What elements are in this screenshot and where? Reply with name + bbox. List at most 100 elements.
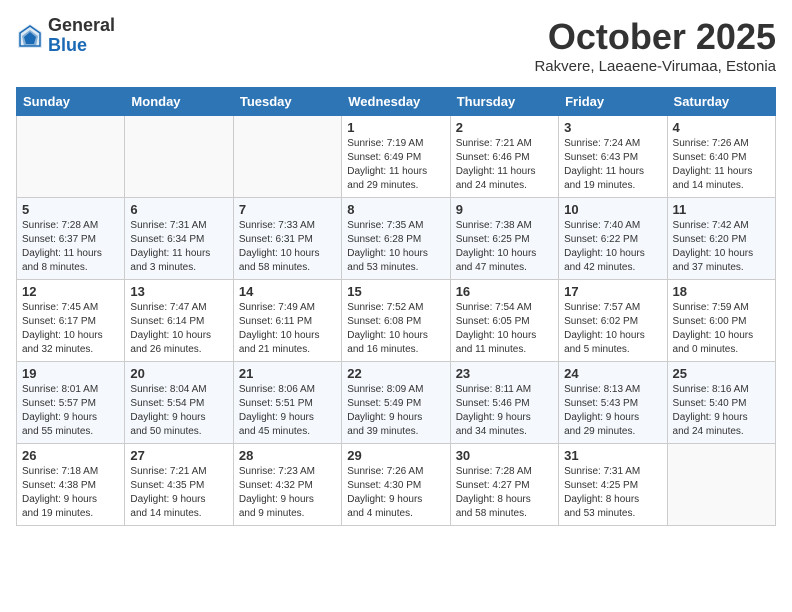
calendar-cell: 24 Sunrise: 8:13 AM Sunset: 5:43 PM Dayli…: [559, 362, 667, 444]
calendar-cell: 22 Sunrise: 8:09 AM Sunset: 5:49 PM Dayli…: [342, 362, 450, 444]
calendar-cell: 2 Sunrise: 7:21 AM Sunset: 6:46 PM Daylig…: [450, 116, 558, 198]
day-number: 30: [456, 448, 553, 463]
day-number: 6: [130, 202, 227, 217]
calendar-table: SundayMondayTuesdayWednesdayThursdayFrid…: [16, 87, 776, 526]
calendar-cell: 4 Sunrise: 7:26 AM Sunset: 6:40 PM Daylig…: [667, 116, 775, 198]
calendar-cell: 20 Sunrise: 8:04 AM Sunset: 5:54 PM Dayli…: [125, 362, 233, 444]
calendar-cell: 19Sunrise: 8:01 AM Sunset: 5:57 PM Dayli…: [17, 362, 125, 444]
calendar-cell: 6Sunrise: 7:31 AM Sunset: 6:34 PM Daylig…: [125, 198, 233, 280]
day-info: Sunrise: 7:42 AM Sunset: 6:20 PM Dayligh…: [673, 219, 770, 275]
day-info: Sunrise: 7:19 AM Sunset: 6:49 PM Dayligh…: [347, 137, 444, 193]
calendar-cell: 25 Sunrise: 8:16 AM Sunset: 5:40 PM Dayli…: [667, 362, 775, 444]
day-number: 15: [347, 284, 444, 299]
day-info: Sunrise: 7:23 AM Sunset: 4:32 PM Dayligh…: [239, 465, 336, 521]
day-number: 17: [564, 284, 661, 299]
logo-blue: Blue: [48, 36, 115, 56]
calendar-cell: 14 Sunrise: 7:49 AM Sunset: 6:11 PM Dayli…: [233, 280, 341, 362]
calendar-cell: 23 Sunrise: 8:11 AM Sunset: 5:46 PM Dayli…: [450, 362, 558, 444]
calendar-cell: 11 Sunrise: 7:42 AM Sunset: 6:20 PM Dayli…: [667, 198, 775, 280]
location: Rakvere, Laeaene-Virumaa, Estonia: [534, 58, 776, 75]
day-number: 16: [456, 284, 553, 299]
day-info: Sunrise: 7:35 AM Sunset: 6:28 PM Dayligh…: [347, 219, 444, 275]
day-info: Sunrise: 8:09 AM Sunset: 5:49 PM Dayligh…: [347, 383, 444, 439]
weekday-header: Friday: [559, 88, 667, 116]
day-number: 23: [456, 366, 553, 381]
title-block: October 2025 Rakvere, Laeaene-Virumaa, E…: [534, 16, 776, 75]
logo: General Blue: [16, 16, 115, 56]
day-number: 4: [673, 120, 770, 135]
day-number: 31: [564, 448, 661, 463]
calendar-cell: 5 Sunrise: 7:28 AM Sunset: 6:37 PM Daylig…: [17, 198, 125, 280]
day-number: 22: [347, 366, 444, 381]
weekday-header: Wednesday: [342, 88, 450, 116]
calendar-cell: [667, 444, 775, 526]
day-number: 1: [347, 120, 444, 135]
calendar-cell: 18 Sunrise: 7:59 AM Sunset: 6:00 PM Dayli…: [667, 280, 775, 362]
day-info: Sunrise: 7:57 AM Sunset: 6:02 PM Dayligh…: [564, 301, 661, 357]
day-info: Sunrise: 8:16 AM Sunset: 5:40 PM Dayligh…: [673, 383, 770, 439]
day-info: Sunrise: 7:33 AM Sunset: 6:31 PM Dayligh…: [239, 219, 336, 275]
day-number: 14: [239, 284, 336, 299]
logo-general: General: [48, 16, 115, 36]
day-info: Sunrise: 7:45 AM Sunset: 6:17 PM Dayligh…: [22, 301, 119, 357]
day-number: 19: [22, 366, 119, 381]
weekday-header: Saturday: [667, 88, 775, 116]
day-number: 21: [239, 366, 336, 381]
day-info: Sunrise: 8:04 AM Sunset: 5:54 PM Dayligh…: [130, 383, 227, 439]
calendar-header-row: SundayMondayTuesdayWednesdayThursdayFrid…: [17, 88, 776, 116]
calendar-cell: 8 Sunrise: 7:35 AM Sunset: 6:28 PM Daylig…: [342, 198, 450, 280]
day-info: Sunrise: 7:26 AM Sunset: 4:30 PM Dayligh…: [347, 465, 444, 521]
day-info: Sunrise: 7:52 AM Sunset: 6:08 PM Dayligh…: [347, 301, 444, 357]
day-number: 13: [130, 284, 227, 299]
calendar-cell: 29 Sunrise: 7:26 AM Sunset: 4:30 PM Dayli…: [342, 444, 450, 526]
day-info: Sunrise: 7:59 AM Sunset: 6:00 PM Dayligh…: [673, 301, 770, 357]
calendar-cell: 21 Sunrise: 8:06 AM Sunset: 5:51 PM Dayli…: [233, 362, 341, 444]
day-number: 10: [564, 202, 661, 217]
calendar-cell: 9 Sunrise: 7:38 AM Sunset: 6:25 PM Daylig…: [450, 198, 558, 280]
calendar-cell: 28Sunrise: 7:23 AM Sunset: 4:32 PM Dayli…: [233, 444, 341, 526]
day-info: Sunrise: 7:18 AM Sunset: 4:38 PM Dayligh…: [22, 465, 119, 521]
logo-text: General Blue: [48, 16, 115, 56]
day-number: 8: [347, 202, 444, 217]
calendar-cell: 10Sunrise: 7:40 AM Sunset: 6:22 PM Dayli…: [559, 198, 667, 280]
day-info: Sunrise: 8:06 AM Sunset: 5:51 PM Dayligh…: [239, 383, 336, 439]
day-number: 5: [22, 202, 119, 217]
calendar-cell: 12 Sunrise: 7:45 AM Sunset: 6:17 PM Dayli…: [17, 280, 125, 362]
calendar-cell: 3Sunrise: 7:24 AM Sunset: 6:43 PM Daylig…: [559, 116, 667, 198]
month-title: October 2025: [534, 16, 776, 58]
calendar-week-row: 1 Sunrise: 7:19 AM Sunset: 6:49 PM Daylig…: [17, 116, 776, 198]
day-number: 27: [130, 448, 227, 463]
day-info: Sunrise: 8:13 AM Sunset: 5:43 PM Dayligh…: [564, 383, 661, 439]
day-number: 24: [564, 366, 661, 381]
day-info: Sunrise: 8:11 AM Sunset: 5:46 PM Dayligh…: [456, 383, 553, 439]
day-number: 11: [673, 202, 770, 217]
day-info: Sunrise: 7:21 AM Sunset: 6:46 PM Dayligh…: [456, 137, 553, 193]
day-number: 2: [456, 120, 553, 135]
calendar-week-row: 12 Sunrise: 7:45 AM Sunset: 6:17 PM Dayli…: [17, 280, 776, 362]
calendar-cell: 7Sunrise: 7:33 AM Sunset: 6:31 PM Daylig…: [233, 198, 341, 280]
day-info: Sunrise: 7:49 AM Sunset: 6:11 PM Dayligh…: [239, 301, 336, 357]
day-info: Sunrise: 7:31 AM Sunset: 4:25 PM Dayligh…: [564, 465, 661, 521]
calendar-cell: 1 Sunrise: 7:19 AM Sunset: 6:49 PM Daylig…: [342, 116, 450, 198]
page-header: General Blue October 2025 Rakvere, Laeae…: [16, 16, 776, 75]
weekday-header: Thursday: [450, 88, 558, 116]
day-info: Sunrise: 7:38 AM Sunset: 6:25 PM Dayligh…: [456, 219, 553, 275]
day-number: 29: [347, 448, 444, 463]
calendar-week-row: 19Sunrise: 8:01 AM Sunset: 5:57 PM Dayli…: [17, 362, 776, 444]
weekday-header: Sunday: [17, 88, 125, 116]
day-number: 12: [22, 284, 119, 299]
logo-icon: [16, 22, 44, 50]
day-number: 9: [456, 202, 553, 217]
day-info: Sunrise: 7:54 AM Sunset: 6:05 PM Dayligh…: [456, 301, 553, 357]
day-info: Sunrise: 7:26 AM Sunset: 6:40 PM Dayligh…: [673, 137, 770, 193]
calendar-cell: [17, 116, 125, 198]
weekday-header: Tuesday: [233, 88, 341, 116]
day-number: 20: [130, 366, 227, 381]
calendar-cell: 31 Sunrise: 7:31 AM Sunset: 4:25 PM Dayli…: [559, 444, 667, 526]
day-number: 18: [673, 284, 770, 299]
calendar-week-row: 5 Sunrise: 7:28 AM Sunset: 6:37 PM Daylig…: [17, 198, 776, 280]
day-info: Sunrise: 7:28 AM Sunset: 6:37 PM Dayligh…: [22, 219, 119, 275]
calendar-cell: 30Sunrise: 7:28 AM Sunset: 4:27 PM Dayli…: [450, 444, 558, 526]
day-number: 25: [673, 366, 770, 381]
calendar-cell: 27Sunrise: 7:21 AM Sunset: 4:35 PM Dayli…: [125, 444, 233, 526]
